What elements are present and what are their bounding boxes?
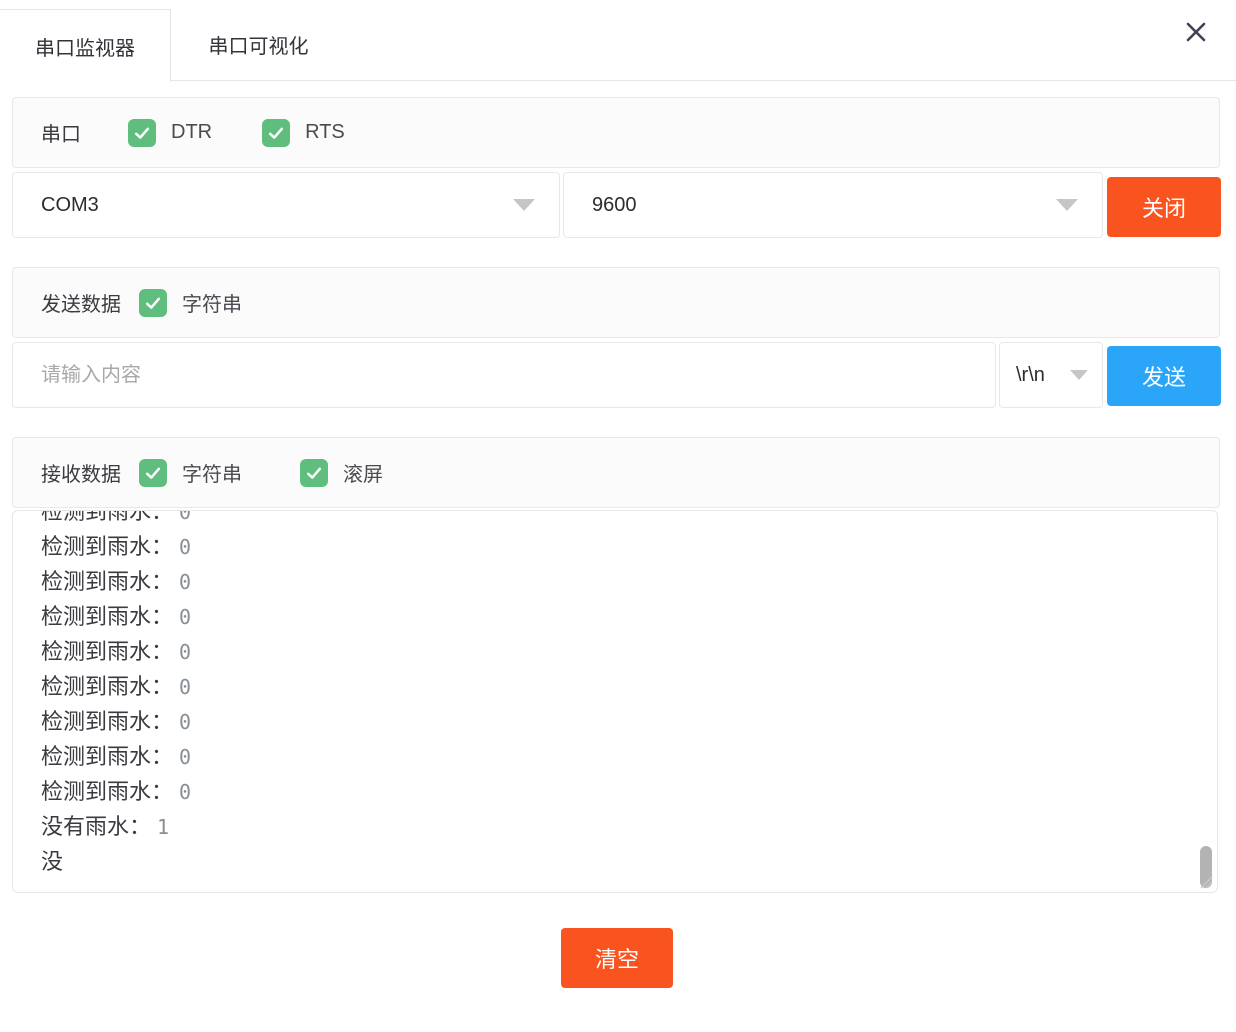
receive-section-header: 接收数据 字符串 滚屏: [12, 437, 1220, 508]
autoscroll-label: 滚屏: [343, 458, 383, 487]
check-icon: [266, 123, 286, 143]
tab-serial-monitor-label: 串口监视器: [35, 32, 135, 61]
receive-line: 检测到雨水：0: [41, 704, 1217, 739]
serial-monitor-window: 串口监视器 串口可视化 串口 DTR RTS COM3 9600 关闭 发送数据: [0, 0, 1236, 1032]
port-close-button[interactable]: 关闭: [1107, 177, 1221, 237]
receive-line: 检测到雨水：0: [41, 634, 1217, 669]
receive-line: 没有雨水：1: [41, 809, 1217, 844]
receive-line: 检测到雨水：0: [41, 529, 1217, 564]
dtr-checkbox[interactable]: [128, 119, 156, 147]
resize-grip-icon[interactable]: [1197, 873, 1213, 889]
chevron-down-icon: [1070, 370, 1088, 380]
receive-line: 检测到雨水：0: [41, 739, 1217, 774]
send-section-label: 发送数据: [41, 288, 121, 317]
serial-section-label: 串口: [41, 118, 81, 147]
check-icon: [304, 463, 324, 483]
send-button[interactable]: 发送: [1107, 346, 1221, 406]
tab-serial-visualization[interactable]: 串口可视化: [171, 9, 346, 80]
send-string-checkbox[interactable]: [139, 289, 167, 317]
line-ending-select[interactable]: \r\n: [999, 342, 1103, 408]
tab-serial-visualization-label: 串口可视化: [209, 30, 309, 59]
receive-line: 没: [41, 844, 1217, 879]
send-string-label: 字符串: [182, 288, 242, 317]
receive-line: 检测到雨水：0: [41, 510, 1217, 529]
chevron-down-icon: [513, 199, 535, 211]
receive-output[interactable]: 检测到雨水：0 检测到雨水：0 检测到雨水：0 检测到雨水：0 检测到雨水：0 …: [12, 510, 1218, 893]
tabbar-divider: [170, 80, 1236, 81]
receive-line: 检测到雨水：0: [41, 599, 1217, 634]
check-icon: [132, 123, 152, 143]
send-input[interactable]: [12, 342, 996, 408]
baud-select-value: 9600: [592, 194, 1056, 217]
serial-section-header: 串口 DTR RTS: [12, 97, 1220, 168]
line-ending-value: \r\n: [1016, 364, 1070, 387]
receive-line: 检测到雨水：0: [41, 564, 1217, 599]
receive-string-checkbox[interactable]: [139, 459, 167, 487]
close-icon: [1183, 19, 1209, 45]
tab-serial-monitor[interactable]: 串口监视器: [0, 9, 171, 82]
clear-button[interactable]: 清空: [561, 928, 673, 988]
port-select[interactable]: COM3: [12, 172, 560, 238]
rts-checkbox[interactable]: [262, 119, 290, 147]
receive-string-label: 字符串: [182, 458, 242, 487]
dtr-label: DTR: [171, 121, 212, 144]
check-icon: [143, 463, 163, 483]
close-button[interactable]: [1178, 14, 1214, 50]
autoscroll-checkbox[interactable]: [300, 459, 328, 487]
chevron-down-icon: [1056, 199, 1078, 211]
rts-label: RTS: [305, 121, 345, 144]
receive-line: 检测到雨水：0: [41, 774, 1217, 809]
receive-log: 检测到雨水：0 检测到雨水：0 检测到雨水：0 检测到雨水：0 检测到雨水：0 …: [41, 510, 1217, 879]
receive-section-label: 接收数据: [41, 458, 121, 487]
port-select-value: COM3: [41, 194, 513, 217]
receive-line: 检测到雨水：0: [41, 669, 1217, 704]
send-section-header: 发送数据 字符串: [12, 267, 1220, 338]
check-icon: [143, 293, 163, 313]
baud-select[interactable]: 9600: [563, 172, 1103, 238]
